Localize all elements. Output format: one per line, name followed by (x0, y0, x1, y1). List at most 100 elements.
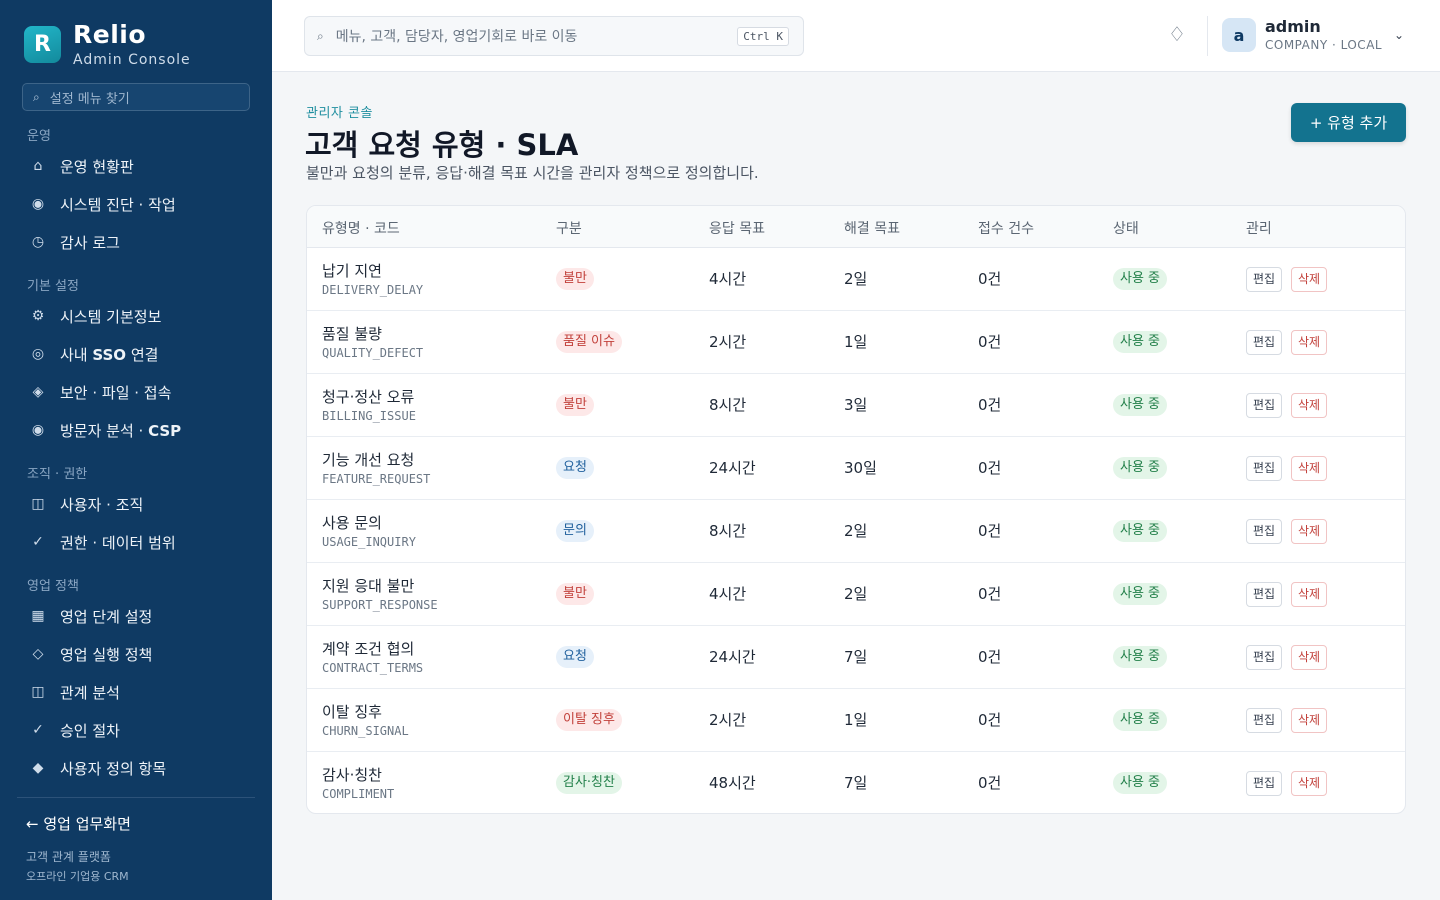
sidebar-item[interactable]: ✓ 승인 절차 (30, 715, 120, 745)
type-code: COMPLIMENT (322, 787, 395, 801)
response-target: 48시간 (709, 774, 756, 792)
notification-icon[interactable]: ♢ (1168, 22, 1186, 46)
type-code: DELIVERY_DELAY (322, 283, 424, 297)
category-badge: 불만 (556, 268, 594, 290)
edit-button[interactable]: 편집 (1246, 582, 1283, 607)
sidebar-item-label: 영업 단계 설정 (60, 607, 153, 626)
topbar-divider (1207, 16, 1208, 56)
sidebar-item[interactable]: ◫ 관계 분석 (30, 677, 120, 707)
delete-button[interactable]: 삭제 (1291, 519, 1328, 544)
delete-button[interactable]: 삭제 (1291, 771, 1328, 796)
table-row[interactable]: 납기 지연 DELIVERY_DELAY 불만 4시간 2일 0건 사용 중 편집 삭제 (307, 248, 1405, 311)
table-row[interactable]: 청구·정산 오류 BILLING_ISSUE 불만 8시간 3일 0건 사용 중 편집 삭제 (307, 374, 1405, 437)
sidebar-item-label: 운영 현황판 (60, 157, 134, 176)
edit-button[interactable]: 편집 (1246, 393, 1283, 418)
column-header-status: 상태 (1113, 221, 1139, 237)
panel-icon: ◫ (31, 496, 45, 512)
resolution-target: 30일 (844, 459, 877, 477)
column-header-response: 응답 목표 (709, 221, 765, 237)
ticket-count: 0건 (978, 396, 1002, 414)
table-header: 유형명 · 코드 구분 응답 목표 해결 목표 접수 건수 상태 관리 (307, 206, 1405, 248)
sidebar-item[interactable]: ◉ 방문자 분석 · CSP (30, 415, 181, 445)
sidebar-item[interactable]: ✓ 권한 · 데이터 범위 (30, 527, 176, 557)
sidebar-item-label: 시스템 진단 · 작업 (60, 195, 176, 214)
delete-button[interactable]: 삭제 (1291, 456, 1328, 481)
type-name: 지원 응대 불만 (322, 577, 415, 595)
delete-button[interactable]: 삭제 (1291, 582, 1328, 607)
topbar: ⌕ 메뉴, 고객, 담당자, 영업기회로 바로 이동 Ctrl K ♢ a ad… (272, 0, 1440, 72)
table-row[interactable]: 지원 응대 불만 SUPPORT_RESPONSE 불만 4시간 2일 0건 사용 중 편집 삭… (307, 563, 1405, 626)
delete-button[interactable]: 삭제 (1291, 708, 1328, 733)
brand[interactable]: R Relio Admin Console (24, 22, 191, 68)
type-name: 감사·칭찬 (322, 766, 382, 784)
sidebar-item[interactable]: ◉ 시스템 진단 · 작업 (30, 189, 176, 219)
type-name: 납기 지연 (322, 262, 382, 280)
status-badge: 사용 중 (1113, 772, 1168, 794)
type-code: BILLING_ISSUE (322, 409, 416, 423)
global-search-input[interactable]: ⌕ 메뉴, 고객, 담당자, 영업기회로 바로 이동 Ctrl K (304, 16, 804, 56)
edit-button[interactable]: 편집 (1246, 519, 1283, 544)
user-role: COMPANY · LOCAL (1265, 38, 1383, 52)
sidebar-item[interactable]: ◆ 사용자 정의 항목 (30, 753, 167, 783)
delete-button[interactable]: 삭제 (1291, 393, 1328, 418)
user-name[interactable]: admin (1265, 17, 1321, 36)
sidebar-search-input[interactable]: ⌕ 설정 메뉴 찾기 (22, 83, 250, 111)
sidebar-item-label: 사내 SSO 연결 (60, 345, 159, 364)
edit-button[interactable]: 편집 (1246, 645, 1283, 670)
table-row[interactable]: 계약 조건 협의 CONTRACT_TERMS 요청 24시간 7일 0건 사용 중 편집 삭제 (307, 626, 1405, 689)
delete-button[interactable]: 삭제 (1291, 267, 1328, 292)
edit-button[interactable]: 편집 (1246, 708, 1283, 733)
add-type-button[interactable]: + 유형 추가 (1291, 103, 1406, 142)
chevron-down-icon[interactable]: ⌄ (1394, 28, 1404, 42)
back-to-sales-link[interactable]: ← 영업 업무화면 (26, 813, 131, 834)
category-badge: 문의 (556, 520, 594, 542)
sidebar-item[interactable]: ▦ 영업 단계 설정 (30, 601, 152, 631)
ticket-count: 0건 (978, 522, 1002, 540)
edit-button[interactable]: 편집 (1246, 330, 1283, 355)
table-row[interactable]: 이탈 징후 CHURN_SIGNAL 이탈 징후 2시간 1일 0건 사용 중 편집 삭제 (307, 689, 1405, 752)
sidebar-section-label: 조직 · 권한 (27, 467, 88, 482)
request-type-table: 유형명 · 코드 구분 응답 목표 해결 목표 접수 건수 상태 관리 납기 지… (306, 205, 1406, 814)
ticket-count: 0건 (978, 459, 1002, 477)
sidebar-item-label: 방문자 분석 · CSP (60, 421, 182, 440)
ticket-count: 0건 (978, 585, 1002, 603)
table-row[interactable]: 품질 불량 QUALITY_DEFECT 품질 이슈 2시간 1일 0건 사용 중 편집 삭제 (307, 311, 1405, 374)
type-code: FEATURE_REQUEST (322, 472, 431, 486)
sidebar-footer-title: 고객 관계 플랫폼 (26, 850, 111, 864)
gear-icon: ⚙ (31, 308, 45, 324)
edit-button[interactable]: 편집 (1246, 267, 1283, 292)
sidebar-item-label: 관계 분석 (60, 683, 120, 702)
type-name: 이탈 징후 (322, 703, 382, 721)
table-row[interactable]: 사용 문의 USAGE_INQUIRY 문의 8시간 2일 0건 사용 중 편집 삭제 (307, 500, 1405, 563)
sidebar-item[interactable]: ◈ 보안 · 파일 · 접속 (30, 377, 172, 407)
table-row[interactable]: 기능 개선 요청 FEATURE_REQUEST 요청 24시간 30일 0건 사용 중 편집… (307, 437, 1405, 500)
category-badge: 품질 이슈 (556, 331, 622, 353)
delete-button[interactable]: 삭제 (1291, 645, 1328, 670)
category-badge: 요청 (556, 457, 594, 479)
resolution-target: 2일 (844, 585, 868, 603)
sidebar-item[interactable]: ◇ 영업 실행 정책 (30, 639, 153, 669)
edit-button[interactable]: 편집 (1246, 456, 1283, 481)
sidebar-footer-subtitle: 오프라인 기업용 CRM (26, 870, 129, 883)
category-badge: 불만 (556, 583, 594, 605)
table-row[interactable]: 감사·칭찬 COMPLIMENT 감사·칭찬 48시간 7일 0건 사용 중 편집 삭제 (307, 752, 1405, 813)
type-code: USAGE_INQUIRY (322, 535, 416, 549)
avatar[interactable]: a (1222, 18, 1256, 52)
type-name: 기능 개선 요청 (322, 451, 415, 469)
sidebar-item[interactable]: ◷ 감사 로그 (30, 227, 120, 257)
sidebar-item-label: 사용자 · 조직 (60, 495, 144, 514)
delete-button[interactable]: 삭제 (1291, 330, 1328, 355)
edit-button[interactable]: 편집 (1246, 771, 1283, 796)
response-target: 8시간 (709, 396, 747, 414)
sidebar: R Relio Admin Console ⌕ 설정 메뉴 찾기 운영 ⌂ 운영 현… (0, 0, 272, 900)
column-header-actions: 관리 (1246, 221, 1272, 237)
breadcrumb[interactable]: 관리자 콘솔 (306, 102, 373, 121)
sidebar-item[interactable]: ◫ 사용자 · 조직 (30, 489, 143, 519)
diamond-outline-icon: ◇ (32, 646, 44, 662)
sidebar-item[interactable]: ⌂ 운영 현황판 (30, 151, 134, 181)
sidebar-item-label: 권한 · 데이터 범위 (60, 533, 176, 552)
sidebar-item[interactable]: ◎ 사내 SSO 연결 (30, 339, 159, 369)
resolution-target: 1일 (844, 333, 868, 351)
sidebar-item[interactable]: ⚙ 시스템 기본정보 (30, 301, 162, 331)
type-name: 계약 조건 협의 (322, 640, 415, 658)
